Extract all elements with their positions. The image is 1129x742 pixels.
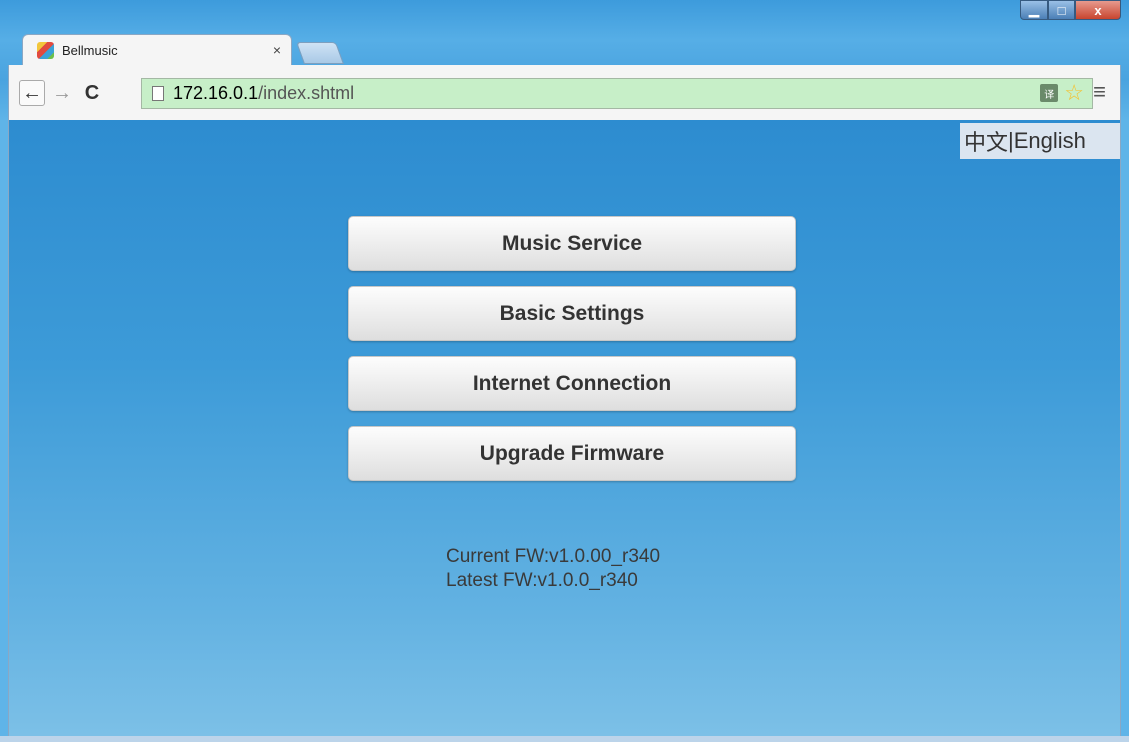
url-host: 172.16.0.1 bbox=[173, 83, 259, 103]
reload-button[interactable]: C bbox=[79, 80, 105, 106]
music-service-button[interactable]: Music Service bbox=[348, 216, 796, 271]
main-menu: Music Service Basic Settings Internet Co… bbox=[348, 216, 796, 496]
tab-title: Bellmusic bbox=[62, 42, 118, 58]
lang-english-link[interactable]: English bbox=[1014, 128, 1086, 154]
window-bottom-edge bbox=[0, 736, 1129, 742]
latest-fw-version: Latest FW:v1.0.0_r340 bbox=[446, 570, 638, 591]
firmware-info: Current FW:v1.0.00_r340 Latest FW:v1.0.0… bbox=[446, 545, 660, 593]
upgrade-firmware-button[interactable]: Upgrade Firmware bbox=[348, 426, 796, 481]
current-fw-version: Current FW:v1.0.00_r340 bbox=[446, 546, 661, 567]
chrome-menu-icon[interactable]: ≡ bbox=[1093, 79, 1106, 105]
window-controls: ▁ □ x bbox=[1020, 0, 1121, 22]
browser-window: ▁ □ x Bellmusic × ← → C 172.16.0.1/index… bbox=[0, 0, 1129, 742]
bookmark-star-icon[interactable]: ☆ bbox=[1064, 82, 1084, 104]
maximize-button[interactable]: □ bbox=[1048, 0, 1075, 20]
url-path: /index.shtml bbox=[258, 83, 355, 103]
back-button[interactable]: ← bbox=[19, 80, 45, 106]
tab-close-icon[interactable]: × bbox=[273, 42, 281, 58]
forward-button[interactable]: → bbox=[49, 80, 75, 106]
browser-toolbar: ← → C 172.16.0.1/index.shtml 译 ☆ ≡ bbox=[8, 65, 1121, 120]
internet-connection-button[interactable]: Internet Connection bbox=[348, 356, 796, 411]
tab-bellmusic[interactable]: Bellmusic × bbox=[22, 34, 292, 65]
page-content: 中文 | English Music Service Basic Setting… bbox=[8, 120, 1121, 736]
basic-settings-button[interactable]: Basic Settings bbox=[348, 286, 796, 341]
close-window-button[interactable]: x bbox=[1075, 0, 1121, 20]
omnibox-icons: 译 ☆ bbox=[1040, 82, 1084, 104]
favicon-icon bbox=[37, 41, 54, 59]
language-switcher: 中文 | English bbox=[960, 123, 1120, 159]
address-bar[interactable]: 172.16.0.1/index.shtml 译 ☆ bbox=[141, 78, 1093, 109]
minimize-button[interactable]: ▁ bbox=[1020, 0, 1048, 20]
new-tab-button[interactable] bbox=[295, 42, 345, 64]
tab-strip: Bellmusic × bbox=[0, 29, 1129, 65]
lang-chinese-link[interactable]: 中文 bbox=[964, 125, 1008, 157]
page-icon bbox=[152, 86, 164, 101]
translate-icon[interactable]: 译 bbox=[1040, 84, 1059, 102]
